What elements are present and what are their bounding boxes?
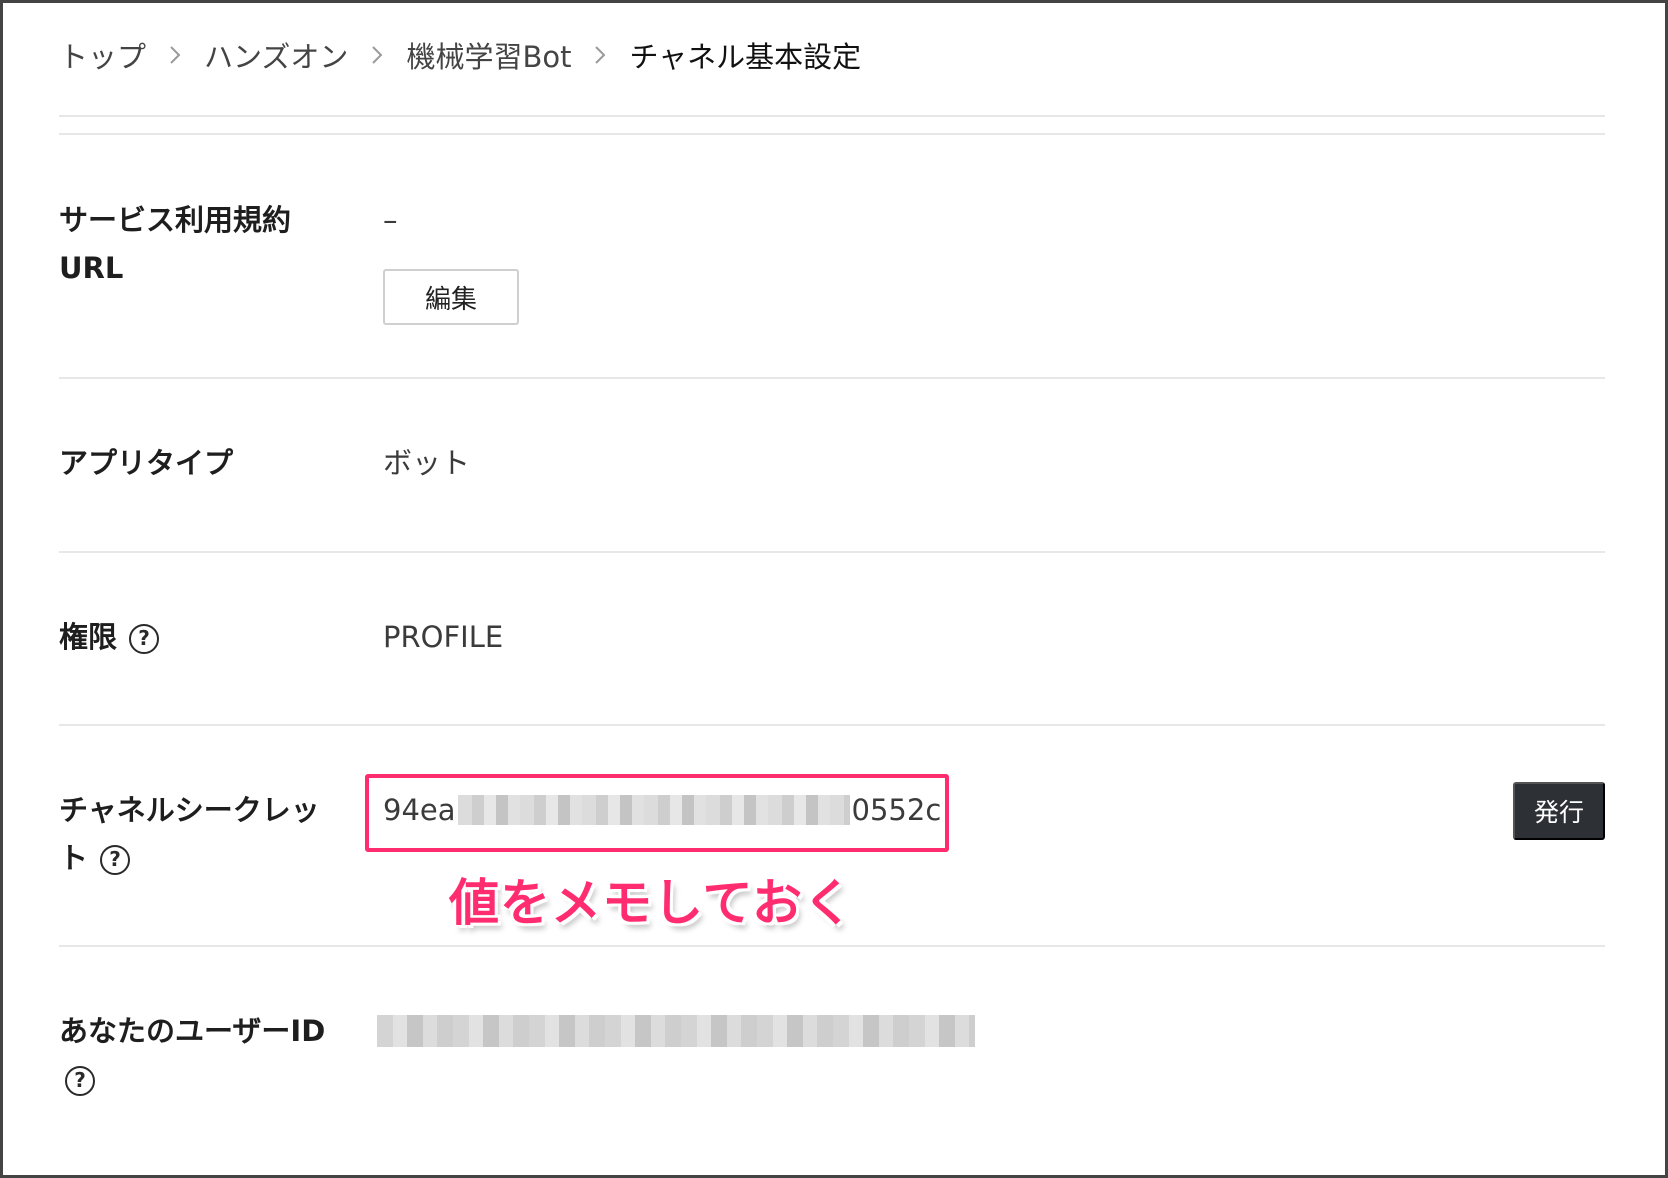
chevron-right-icon	[370, 44, 384, 66]
permissions-label: 権限	[59, 620, 118, 654]
chevron-right-icon	[168, 44, 182, 66]
question-circle-icon[interactable]: ?	[100, 845, 131, 875]
permissions-label-row: 権限?	[59, 613, 160, 661]
channel-secret-value[interactable]: 94ea 0552c	[383, 786, 941, 834]
channel-secret-suffix: 0552c	[851, 793, 942, 827]
terms-url-value: –	[383, 203, 398, 237]
redacted-blur	[377, 1015, 975, 1047]
redacted-blur	[457, 795, 850, 825]
divider	[59, 377, 1605, 379]
app-type-label: アプリタイプ	[59, 446, 234, 480]
permissions-value: PROFILE	[383, 620, 504, 654]
divider	[59, 724, 1605, 726]
divider	[59, 945, 1605, 947]
question-circle-icon[interactable]: ?	[129, 624, 160, 654]
divider	[59, 115, 1605, 117]
breadcrumb-item-handson[interactable]: ハンズオン	[204, 34, 348, 76]
channel-secret-label-line1: チャネルシークレッ	[59, 793, 320, 827]
annotation-note: 値をメモしておく	[449, 874, 854, 932]
issue-button[interactable]: 発行	[1513, 782, 1605, 840]
question-circle-icon[interactable]: ?	[65, 1066, 95, 1096]
breadcrumb-item-top[interactable]: トップ	[59, 34, 146, 76]
divider	[59, 133, 1605, 135]
edit-button[interactable]: 編集	[383, 269, 519, 325]
chevron-right-icon	[593, 44, 607, 66]
user-id-label-line1: あなたのユーザーID	[59, 1014, 326, 1048]
channel-secret-prefix: 94ea	[383, 793, 456, 827]
user-id-label-row2: ?	[59, 1055, 95, 1103]
breadcrumb-item-current: チャネル基本設定	[629, 40, 862, 74]
channel-secret-label-line2: ト	[59, 841, 89, 875]
window-frame: トップ ハンズオン 機械学習Bot チャネル基本設定 サービス利用規約 URL …	[0, 0, 1668, 1178]
app-type-value: ボット	[383, 446, 471, 480]
channel-secret-label-row2: ト?	[59, 834, 131, 882]
breadcrumb: トップ ハンズオン 機械学習Bot チャネル基本設定	[59, 33, 861, 77]
divider	[59, 551, 1605, 553]
terms-url-label-line2: URL	[59, 251, 124, 285]
terms-url-label-line1: サービス利用規約	[59, 203, 292, 237]
breadcrumb-item-provider[interactable]: 機械学習Bot	[406, 34, 571, 76]
